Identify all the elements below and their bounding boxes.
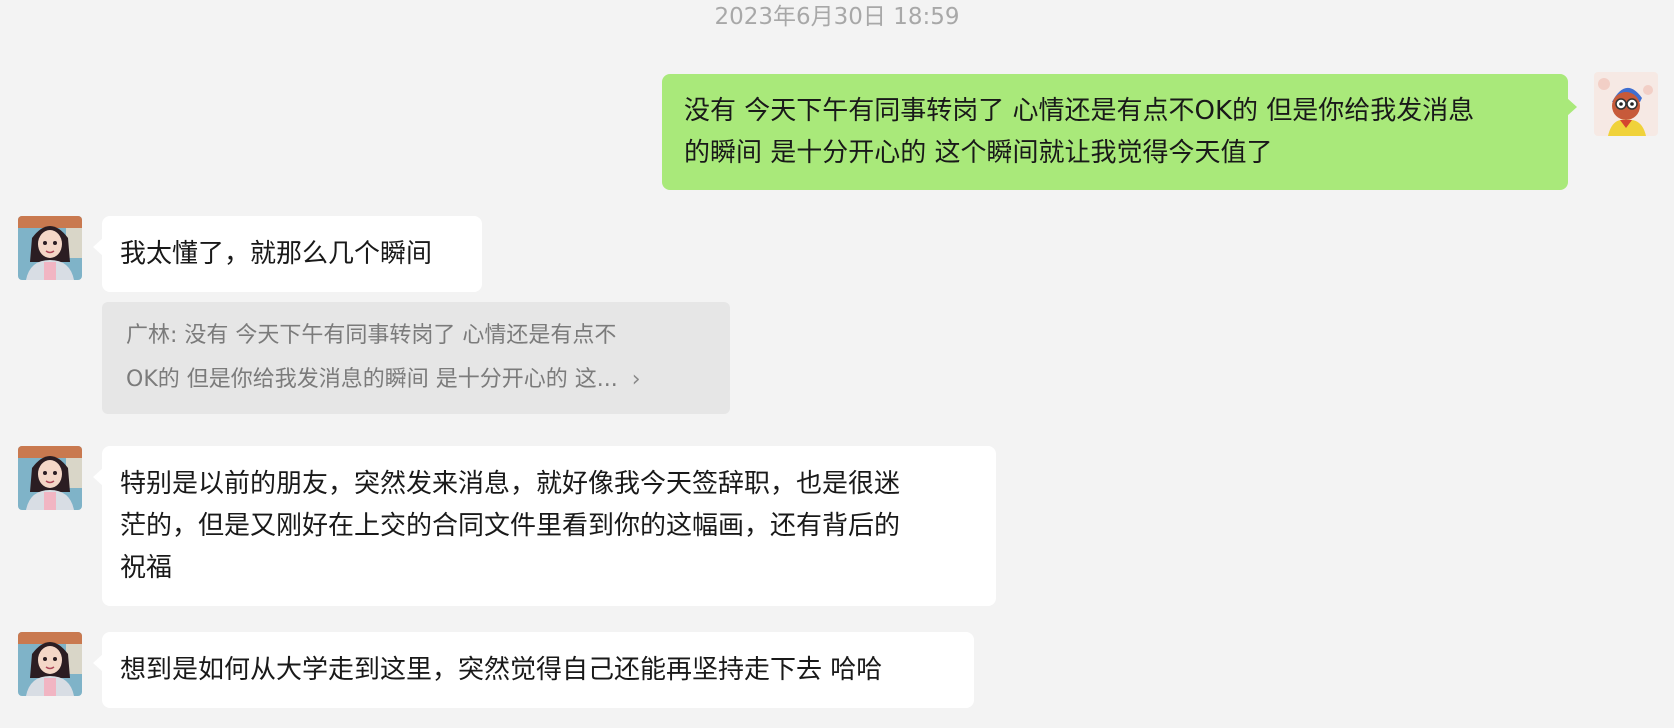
anime-girl-icon bbox=[18, 446, 82, 510]
self-avatar[interactable] bbox=[1594, 72, 1658, 136]
contact-avatar[interactable] bbox=[18, 216, 82, 280]
message-text-line: 祝福 bbox=[120, 553, 173, 583]
anime-girl-icon bbox=[18, 632, 82, 696]
chat-timestamp: 2023年6月30日 18:59 bbox=[714, 4, 960, 30]
contact-avatar[interactable] bbox=[18, 446, 82, 510]
incoming-message-bubble[interactable]: 特别是以前的朋友，突然发来消息，就好像我今天签辞职，也是很迷 茫的，但是又刚好在… bbox=[93, 446, 996, 606]
anime-girl-icon bbox=[18, 216, 82, 280]
quoted-text-line: OK的 但是你给我发消息的瞬间 是十分开心的 这... › bbox=[126, 358, 706, 402]
quoted-text-content: OK的 但是你给我发消息的瞬间 是十分开心的 这... bbox=[126, 367, 618, 392]
incoming-message-bubble[interactable]: 我太懂了，就那么几个瞬间 bbox=[93, 216, 482, 292]
message-text-line: 没有 今天下午有同事转岗了 心情还是有点不OK的 但是你给我发消息 bbox=[684, 96, 1475, 126]
message-text-line: 的瞬间 是十分开心的 这个瞬间就让我觉得今天值了 bbox=[684, 138, 1273, 168]
outgoing-message-bubble[interactable]: 没有 今天下午有同事转岗了 心情还是有点不OK的 但是你给我发消息 的瞬间 是十… bbox=[662, 74, 1577, 190]
chevron-right-icon[interactable]: › bbox=[632, 358, 641, 402]
cartoon-character-icon bbox=[1594, 72, 1658, 136]
message-text-line: 特别是以前的朋友，突然发来消息，就好像我今天签辞职，也是很迷 bbox=[120, 469, 901, 499]
contact-avatar[interactable] bbox=[18, 632, 82, 696]
incoming-message-bubble[interactable]: 想到是如何从大学走到这里，突然觉得自己还能再坚持走下去 哈哈 bbox=[93, 632, 974, 708]
message-text-line: 我太懂了，就那么几个瞬间 bbox=[120, 239, 433, 269]
message-text-line: 茫的，但是又刚好在上交的合同文件里看到你的这幅画，还有背后的 bbox=[120, 511, 901, 541]
message-text-line: 想到是如何从大学走到这里，突然觉得自己还能再坚持走下去 哈哈 bbox=[120, 655, 883, 685]
quoted-message[interactable]: 广林: 没有 今天下午有同事转岗了 心情还是有点不 OK的 但是你给我发消息的瞬… bbox=[102, 302, 730, 414]
quoted-text-line: 广林: 没有 今天下午有同事转岗了 心情还是有点不 bbox=[126, 323, 617, 348]
